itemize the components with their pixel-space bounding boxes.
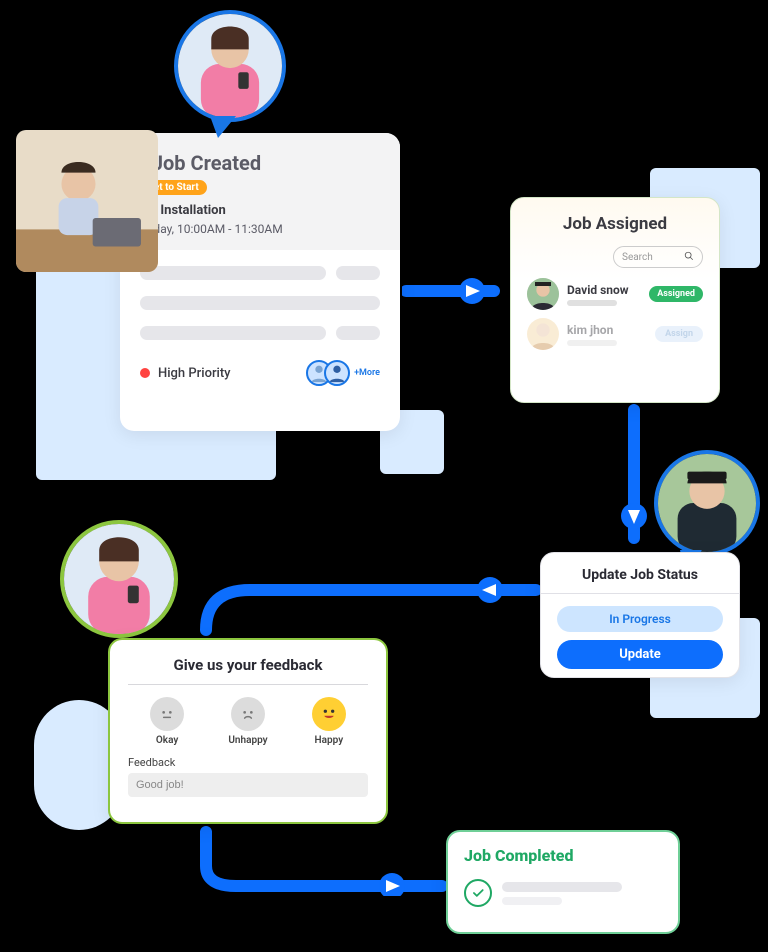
- option-label: Okay: [150, 735, 184, 746]
- feedback-option-okay[interactable]: Okay: [150, 697, 184, 746]
- job-created-title: #Job Created: [140, 151, 380, 175]
- avatar-icon: [324, 360, 350, 386]
- update-status-card: Update Job Status In Progress Update: [540, 552, 740, 678]
- job-assigned-title: Job Assigned: [527, 214, 703, 234]
- feedback-title: Give us your feedback: [128, 656, 368, 674]
- bubble-tail-icon: [210, 116, 236, 138]
- feedback-option-happy[interactable]: Happy: [312, 697, 346, 746]
- job-schedule: Today, 10:00AM - 11:30AM: [140, 222, 380, 236]
- worker-row[interactable]: kim jhon Assign: [527, 318, 703, 350]
- check-circle-icon: [464, 879, 492, 907]
- avatar-icon: [527, 278, 559, 310]
- priority-dot-icon: [140, 368, 150, 378]
- assign-button[interactable]: Assign: [655, 326, 703, 342]
- arrow-feedback-to-completed: [192, 826, 452, 896]
- more-link[interactable]: +More: [354, 368, 380, 378]
- search-icon: [684, 251, 694, 264]
- skeleton-line: [567, 300, 617, 306]
- customer-avatar: [174, 10, 286, 122]
- skeleton-line: [140, 326, 326, 340]
- technician-avatar: [654, 450, 760, 556]
- completed-title: Job Completed: [464, 846, 662, 865]
- skeleton-line: [502, 897, 562, 905]
- status-select[interactable]: In Progress: [557, 606, 723, 632]
- neutral-face-icon: [150, 697, 184, 731]
- worker-row[interactable]: David snow Assigned: [527, 278, 703, 310]
- option-label: Unhappy: [228, 735, 267, 746]
- user-photo: [16, 130, 158, 272]
- option-label: Happy: [312, 735, 346, 746]
- priority-label: High Priority: [158, 366, 231, 381]
- search-input[interactable]: Search: [613, 246, 703, 268]
- skeleton-line: [140, 296, 380, 310]
- job-completed-card: Job Completed: [446, 830, 680, 934]
- skeleton-line: [502, 882, 622, 892]
- skeleton-line: [336, 326, 380, 340]
- feedback-card: Give us your feedback Okay Unhappy Happy: [108, 638, 388, 824]
- sad-face-icon: [231, 697, 265, 731]
- feedback-field-label: Feedback: [128, 756, 368, 769]
- skeleton-line: [140, 266, 326, 280]
- search-placeholder: Search: [622, 252, 653, 263]
- job-assigned-card: Job Assigned Search David snow Assigned …: [510, 197, 720, 403]
- assigned-badge: Assigned: [649, 286, 703, 302]
- feedback-input[interactable]: [128, 773, 368, 797]
- arrow-created-to-assigned: [402, 276, 510, 306]
- skeleton-line: [567, 340, 617, 346]
- update-button[interactable]: Update: [557, 640, 723, 669]
- job-created-card: #Job Created Yet to Start AC Installatio…: [120, 133, 400, 431]
- job-service: AC Installation: [140, 203, 380, 218]
- happy-face-icon: [312, 697, 346, 731]
- avatar-icon: [527, 318, 559, 350]
- worker-name: kim jhon: [567, 323, 647, 337]
- arrow-assigned-to-update: [620, 404, 648, 554]
- assignee-avatars[interactable]: +More: [306, 360, 380, 386]
- update-status-title: Update Job Status: [557, 567, 723, 583]
- arrow-update-to-feedback: [190, 570, 540, 640]
- skeleton-line: [336, 266, 380, 280]
- customer-avatar: [60, 520, 178, 638]
- feedback-option-unhappy[interactable]: Unhappy: [228, 697, 267, 746]
- worker-name: David snow: [567, 283, 641, 297]
